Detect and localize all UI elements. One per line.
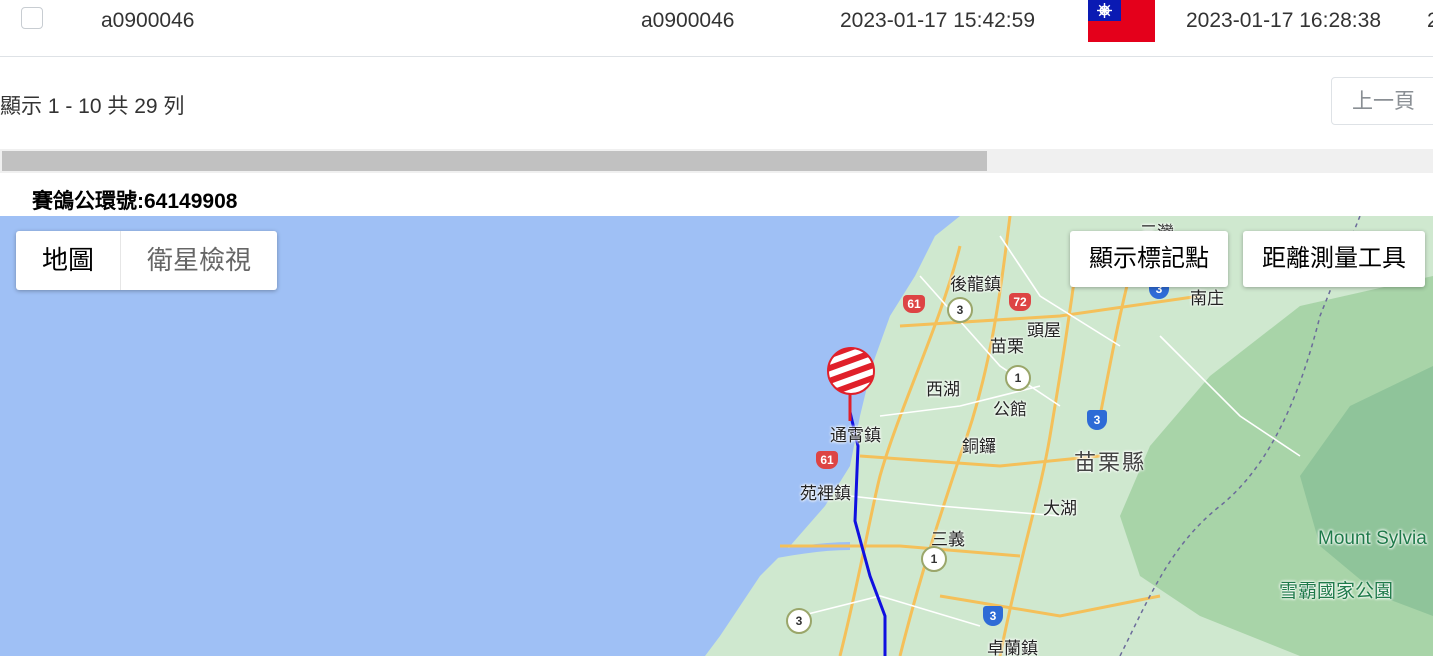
cell-truncated: 2: [1427, 9, 1433, 32]
place-label-nanzhuang: 南庄: [1190, 289, 1224, 308]
taiwan-flag-icon: [1088, 0, 1155, 42]
cell-end-time: 2023-01-17 16:28:38: [1186, 9, 1381, 32]
place-label-miaoli: 苗栗: [990, 337, 1024, 356]
place-label-zhuolan: 卓蘭鎮: [987, 639, 1038, 656]
map-view[interactable]: 三灣 後龍鎮 南庄 頭屋 苗栗 西湖 公館 通霄鎮 銅鑼 苗栗縣 苑裡鎮 大湖 …: [0, 216, 1433, 656]
route-1-shield-icon: 1: [1005, 365, 1031, 391]
cell-id: a0900046: [101, 9, 195, 32]
map-type-map-button[interactable]: 地圖: [16, 231, 122, 290]
cell-id-2: a0900046: [641, 9, 735, 32]
show-markers-button[interactable]: 顯示標記點: [1070, 231, 1228, 287]
freeway-3-shield-icon-2: 3: [1087, 410, 1107, 430]
highway-61-shield-icon: 61: [903, 295, 925, 313]
cell-start-time: 2023-01-17 15:42:59: [840, 9, 1035, 32]
route-3-shield-icon-2: 3: [786, 608, 812, 634]
previous-page-button[interactable]: 上一頁: [1331, 77, 1433, 125]
row-checkbox[interactable]: [21, 7, 43, 29]
horizontal-scrollbar[interactable]: [0, 149, 1433, 173]
place-label-tongxiao: 通霄鎮: [830, 426, 881, 445]
table-row: a0900046 a0900046 2023-01-17 15:42:59 20…: [0, 0, 1433, 57]
route-3-shield-icon: 3: [947, 297, 973, 323]
distance-tool-button[interactable]: 距離測量工具: [1243, 231, 1425, 287]
place-label-shei-pa-park: 雪霸國家公園: [1279, 581, 1394, 602]
place-label-dahu: 大湖: [1043, 499, 1077, 518]
scrollbar-thumb[interactable]: [2, 151, 987, 171]
highway-72-shield-icon: 72: [1009, 293, 1031, 311]
place-label-yuanli: 苑裡鎮: [800, 484, 851, 503]
ring-number-title: 賽鴿公環號:64149908: [32, 190, 238, 213]
place-label-xihu: 西湖: [926, 380, 960, 399]
start-marker-icon[interactable]: [826, 346, 876, 396]
highway-61-shield-icon-2: 61: [816, 451, 838, 469]
place-label-county: 苗栗縣: [1074, 450, 1147, 475]
place-label-tongluo: 銅鑼: [962, 437, 996, 456]
freeway-3-shield-icon-3: 3: [983, 606, 1003, 626]
route-1-shield-icon-2: 1: [921, 546, 947, 572]
map-type-control: 地圖 衛星檢視: [16, 231, 278, 290]
map-type-satellite-button[interactable]: 衛星檢視: [121, 231, 277, 290]
place-label-gongguan: 公館: [993, 400, 1027, 419]
place-label-mount-sylvia: Mount Sylvia: [1318, 528, 1427, 549]
place-label-houlong: 後龍鎮: [950, 275, 1001, 294]
place-label-touwu: 頭屋: [1027, 321, 1061, 340]
pagination-summary: 顯示 1 - 10 共 29 列: [0, 95, 185, 118]
